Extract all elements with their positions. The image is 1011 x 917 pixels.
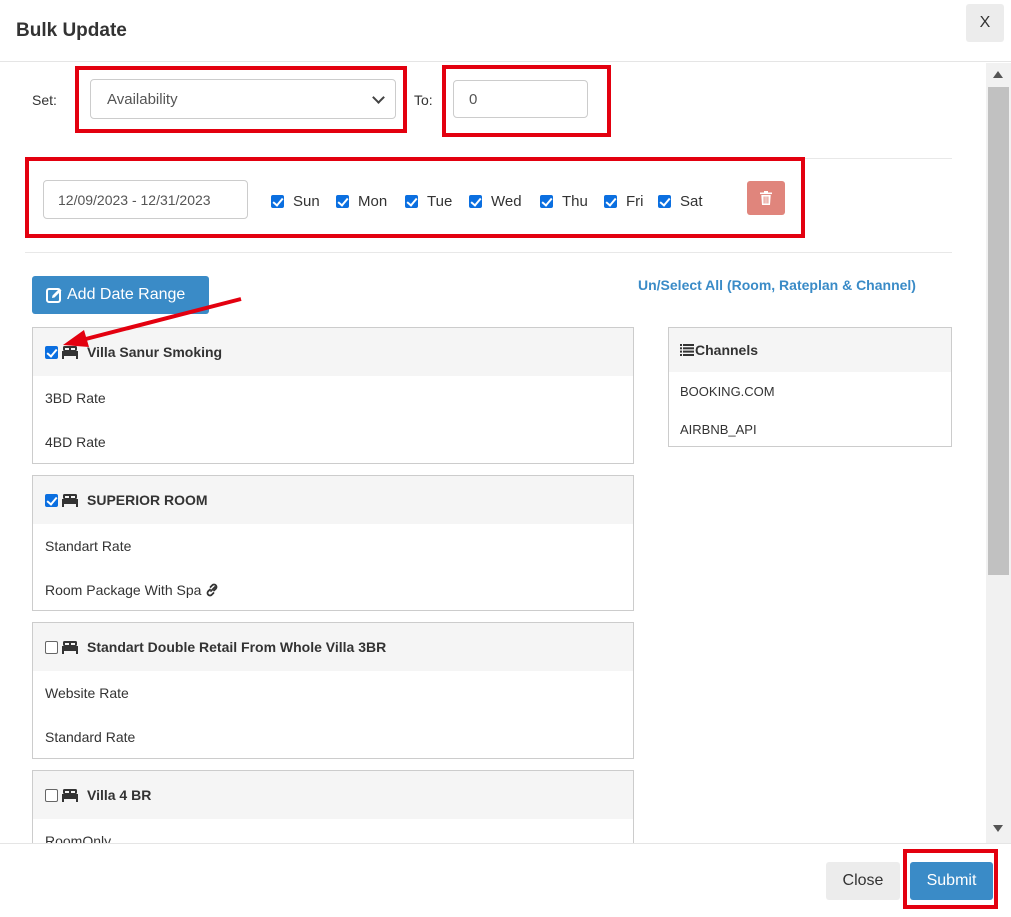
trash-icon: [760, 191, 772, 205]
list-icon: [680, 344, 694, 356]
checkbox[interactable]: [271, 195, 284, 208]
room-panel: Standart Double Retail From Whole Villa …: [32, 622, 634, 759]
day-label: Sun: [293, 193, 320, 210]
day-label: Fri: [626, 193, 644, 210]
bed-icon: [62, 640, 78, 654]
rate-label: Room Package With Spa: [45, 582, 202, 598]
divider: [25, 158, 952, 159]
room-checkbox[interactable]: [45, 493, 58, 507]
day-sat[interactable]: Sat: [658, 193, 703, 210]
scroll-up-icon[interactable]: [993, 71, 1003, 78]
day-fri[interactable]: Fri: [604, 193, 644, 210]
room-name: SUPERIOR ROOM: [87, 492, 208, 508]
scroll-thumb[interactable]: [988, 87, 1009, 575]
room-header: Villa 4 BR: [33, 771, 633, 819]
channels-title: Channels: [695, 342, 759, 358]
day-wed[interactable]: Wed: [469, 193, 522, 210]
day-label: Sat: [680, 193, 703, 210]
room-checkbox[interactable]: [45, 640, 58, 654]
date-range-input[interactable]: 12/09/2023 - 12/31/2023: [43, 180, 248, 219]
checkbox[interactable]: [469, 195, 482, 208]
rate-item[interactable]: Website Rate: [33, 671, 633, 715]
set-select-value: Availability: [107, 90, 178, 108]
room-header: SUPERIOR ROOM: [33, 476, 633, 524]
bed-icon: [62, 788, 78, 802]
day-tue[interactable]: Tue: [405, 193, 452, 210]
rate-item[interactable]: Standart Rate: [33, 524, 633, 568]
rate-item[interactable]: 3BD Rate: [33, 376, 633, 420]
channels-panel: Channels BOOKING.COM AIRBNB_API: [668, 327, 952, 447]
room-panel: SUPERIOR ROOM Standart Rate Room Package…: [32, 475, 634, 611]
to-input[interactable]: 0: [453, 80, 588, 118]
close-button[interactable]: Close: [826, 862, 900, 900]
bed-icon: [62, 345, 78, 359]
checkbox[interactable]: [604, 195, 617, 208]
bed-icon: [62, 493, 78, 507]
submit-button[interactable]: Submit: [910, 862, 993, 900]
scroll-down-icon[interactable]: [993, 825, 1003, 832]
scrollbar[interactable]: [986, 63, 1011, 843]
close-x-button[interactable]: X: [966, 4, 1004, 42]
modal-title: Bulk Update: [16, 20, 127, 41]
day-sun[interactable]: Sun: [271, 193, 320, 210]
to-input-value: 0: [469, 90, 478, 108]
divider: [25, 252, 952, 253]
rate-item[interactable]: Standard Rate: [33, 715, 633, 759]
set-label: Set:: [32, 92, 57, 108]
add-date-range-button[interactable]: Add Date Range: [32, 276, 209, 314]
day-label: Tue: [427, 193, 453, 210]
room-panel: Villa Sanur Smoking 3BD Rate 4BD Rate: [32, 327, 634, 464]
checkbox[interactable]: [405, 195, 418, 208]
rate-item[interactable]: 4BD Rate: [33, 420, 633, 464]
date-range-value: 12/09/2023 - 12/31/2023: [58, 191, 211, 208]
day-thu[interactable]: Thu: [540, 193, 588, 210]
room-name: Standart Double Retail From Whole Villa …: [87, 639, 387, 655]
day-label: Mon: [358, 193, 388, 210]
room-checkbox[interactable]: [45, 788, 58, 802]
room-header: Villa Sanur Smoking: [33, 328, 633, 376]
unselect-all-link[interactable]: Un/Select All (Room, Rateplan & Channel): [638, 277, 916, 293]
room-name: Villa Sanur Smoking: [87, 344, 223, 360]
to-label: To:: [414, 92, 433, 108]
edit-icon: [46, 287, 62, 303]
channels-header: Channels: [669, 328, 951, 372]
set-select[interactable]: Availability: [90, 79, 396, 119]
rate-item[interactable]: RoomOnly: [33, 819, 633, 843]
room-checkbox[interactable]: [45, 345, 58, 359]
link-icon: [207, 583, 218, 597]
room-name: Villa 4 BR: [87, 787, 152, 803]
checkbox[interactable]: [336, 195, 349, 208]
room-panel: Villa 4 BR RoomOnly: [32, 770, 634, 843]
channel-item[interactable]: BOOKING.COM: [669, 372, 951, 410]
channel-item[interactable]: AIRBNB_API: [669, 410, 951, 448]
modal-body: Set: Availability To: 0 12/09/2023 - 12/…: [0, 63, 986, 843]
add-date-range-label: Add Date Range: [67, 286, 186, 303]
delete-range-button[interactable]: [747, 181, 785, 215]
rate-item[interactable]: Room Package With Spa: [33, 568, 633, 612]
modal-footer: Close Submit: [0, 843, 1011, 917]
day-mon[interactable]: Mon: [336, 193, 387, 210]
room-header: Standart Double Retail From Whole Villa …: [33, 623, 633, 671]
checkbox[interactable]: [658, 195, 671, 208]
day-label: Thu: [562, 193, 588, 210]
modal-header: Bulk Update X: [0, 0, 1011, 62]
chevron-down-icon: [372, 91, 385, 104]
checkbox[interactable]: [540, 195, 553, 208]
day-label: Wed: [491, 193, 522, 210]
